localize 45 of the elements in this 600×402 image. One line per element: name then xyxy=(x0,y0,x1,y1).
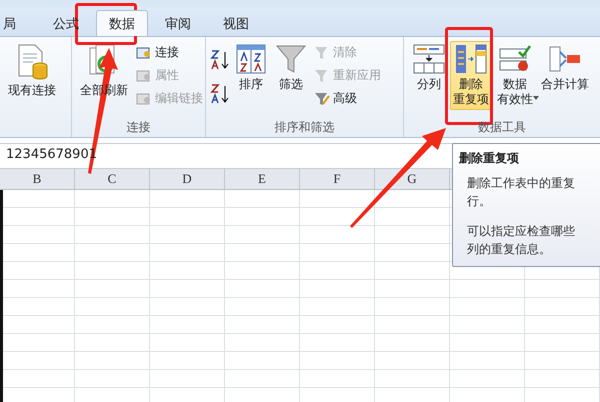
ribbon-small-button[interactable]: 连接 xyxy=(134,43,205,62)
group-label: 连接 xyxy=(126,119,152,136)
caret-icon xyxy=(533,96,539,100)
sort-ascending-icon[interactable] xyxy=(210,49,230,71)
sort-descending-icon[interactable] xyxy=(210,83,230,105)
ribbon-command-icon xyxy=(136,68,152,82)
sort-button[interactable]: 排序 xyxy=(232,41,270,95)
tooltip-text: 可以指定应检查哪些列的重复信息。 xyxy=(467,223,575,258)
document-database-icon xyxy=(16,44,48,80)
tooltip-title: 删除重复项 xyxy=(459,150,520,167)
ribbon-command-icon xyxy=(136,46,152,60)
column-header[interactable]: F xyxy=(300,169,375,189)
funnel-icon xyxy=(314,46,330,60)
ribbon-tab[interactable]: 视图 xyxy=(208,10,264,36)
ribbon-command-icon xyxy=(136,92,152,106)
sort-grid-icon xyxy=(236,44,266,74)
ribbon-button[interactable]: 删除 重复项 xyxy=(450,41,492,110)
existing-connections-button[interactable]: 现有连接 xyxy=(4,41,60,101)
funnel-icon xyxy=(276,44,306,74)
column-header[interactable]: E xyxy=(225,169,300,189)
group-label: 排序和筛选 xyxy=(274,119,336,136)
tooltip-text: 删除工作表中的重复行。 xyxy=(467,175,575,210)
column-header[interactable]: D xyxy=(150,169,225,189)
funnel-icon xyxy=(314,92,330,106)
split-columns-icon xyxy=(413,44,445,74)
button-label: 重复项 xyxy=(453,92,489,107)
ribbon-button[interactable]: 分列 xyxy=(410,41,448,95)
button-label: 数据 xyxy=(503,77,527,92)
button-label: 合并计算 xyxy=(541,77,589,92)
remove-duplicates-icon xyxy=(455,44,487,74)
column-header[interactable]: B xyxy=(0,169,75,189)
cell-grid[interactable] xyxy=(0,190,600,402)
validation-checkmark-icon xyxy=(499,44,531,74)
button-label: 删除 xyxy=(459,77,483,92)
button-label: 分列 xyxy=(417,77,441,92)
ribbon-tab[interactable]: 审阅 xyxy=(150,10,206,36)
funnel-icon xyxy=(314,68,330,82)
ribbon-tab[interactable]: 局 xyxy=(0,10,36,36)
consolidate-icon xyxy=(549,44,581,74)
filter-button[interactable]: 筛选 xyxy=(272,41,310,95)
button-label: 有效性 xyxy=(497,92,533,107)
ribbon-button[interactable]: 合并计算 xyxy=(538,41,592,95)
ribbon-small-button[interactable]: 高级 xyxy=(312,89,383,108)
ribbon-button[interactable]: 数据 有效性 xyxy=(494,41,536,110)
ribbon-tab[interactable]: 数据 xyxy=(96,10,148,36)
